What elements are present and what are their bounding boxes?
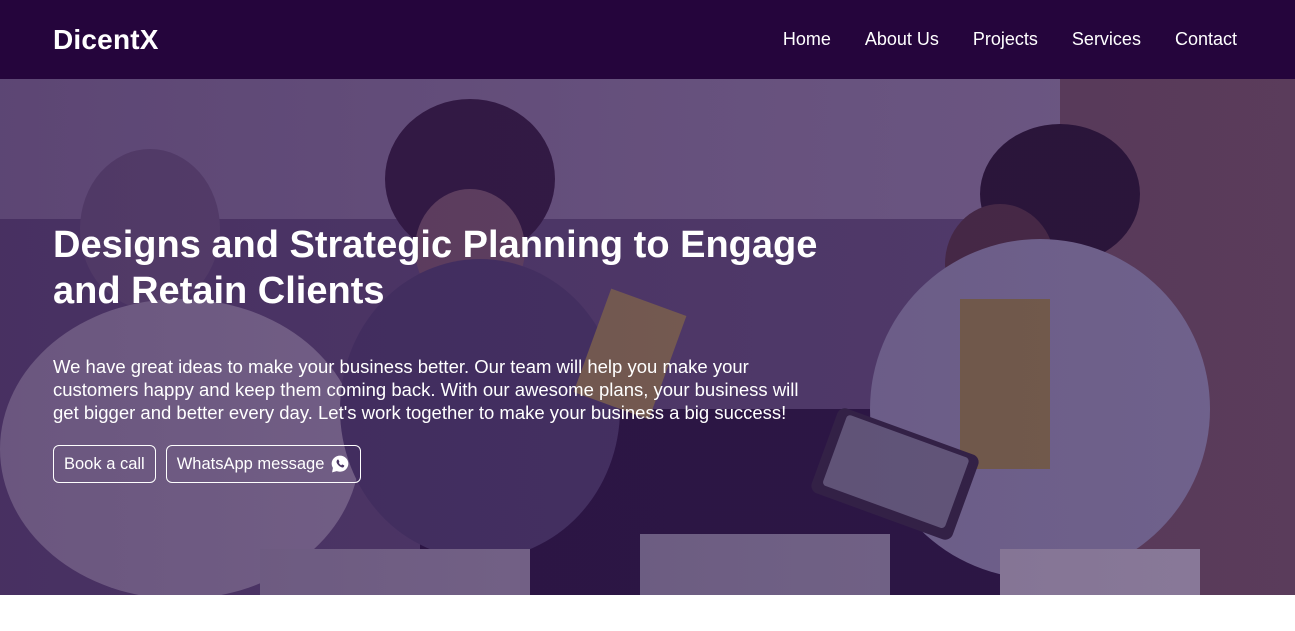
hero-section: Designs and Strategic Planning to Engage… [0, 79, 1295, 595]
hero-description: We have great ideas to make your busines… [53, 356, 799, 423]
nav-projects-link[interactable]: Projects [973, 29, 1038, 50]
top-navbar: DicentX Home About Us Projects Services … [0, 0, 1295, 79]
hero-title: Designs and Strategic Planning to Engage… [53, 224, 818, 312]
book-call-button[interactable]: Book a call [53, 445, 156, 483]
page-bottom-area [0, 595, 1295, 631]
hero-content: Designs and Strategic Planning to Engage… [53, 222, 843, 483]
nav-services-link[interactable]: Services [1072, 29, 1141, 50]
whatsapp-label: WhatsApp message [176, 454, 325, 473]
whatsapp-message-button[interactable]: WhatsApp message [165, 445, 362, 483]
whatsapp-icon [332, 455, 349, 473]
nav-contact-link[interactable]: Contact [1175, 29, 1237, 50]
book-call-label: Book a call [64, 454, 145, 473]
nav-home-link[interactable]: Home [783, 29, 831, 50]
nav-links: Home About Us Projects Services Contact [783, 29, 1237, 50]
hero-actions: Book a call WhatsApp message [53, 445, 843, 483]
brand-logo[interactable]: DicentX [53, 24, 159, 56]
nav-about-link[interactable]: About Us [865, 29, 939, 50]
